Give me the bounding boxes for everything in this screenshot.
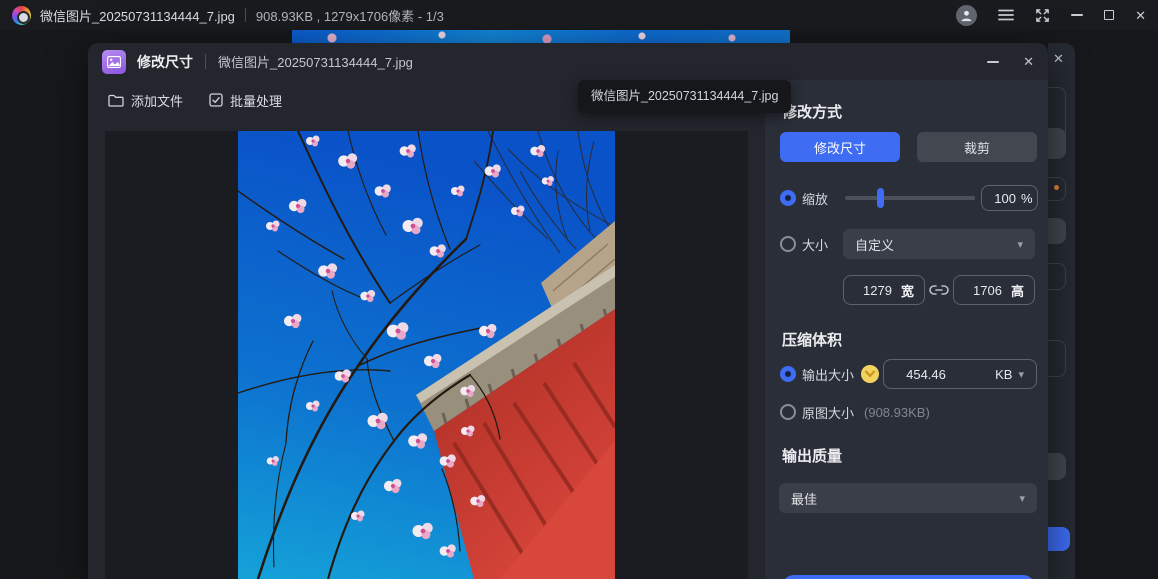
chevron-down-icon[interactable]: ▾ — [1018, 368, 1024, 381]
titlebar-filename: 微信图片_20250731134444_7.jpg — [40, 6, 235, 25]
scale-radio[interactable] — [780, 190, 796, 206]
size-label: 大小 — [802, 235, 828, 254]
checkbox-icon — [209, 93, 223, 107]
original-size-note: (908.93KB) — [864, 405, 930, 420]
output-size-field[interactable]: KB ▾ — [883, 359, 1037, 389]
output-size-unit: KB — [995, 367, 1012, 382]
dialog-minimize-button[interactable] — [987, 61, 999, 63]
maximize-icon — [1104, 10, 1114, 20]
original-size-label: 原图大小 — [802, 403, 854, 422]
dialog-toolbar: 添加文件 批量处理 — [108, 88, 282, 112]
filename-tooltip: 微信图片_20250731134444_7.jpg — [578, 80, 791, 113]
scale-percent-input[interactable] — [990, 191, 1016, 206]
dialog-title: 修改尺寸 — [137, 52, 193, 72]
scale-percent-unit: % — [1021, 191, 1033, 206]
background-panel-fragment — [1048, 527, 1070, 551]
menu-icon[interactable] — [998, 9, 1014, 21]
size-preset-dropdown[interactable]: 自定义 ▾ — [843, 229, 1035, 259]
background-image-strip — [292, 30, 790, 44]
batch-process-button[interactable]: 批量处理 — [209, 91, 282, 110]
background-window: ✕ 修改尺寸 微信图片_20250731134444_7.jpg — [0, 30, 1158, 579]
folder-icon — [108, 94, 124, 107]
quality-dropdown[interactable]: 最佳 ▾ — [779, 483, 1037, 513]
add-files-button[interactable]: 添加文件 — [108, 91, 183, 110]
compress-section-label: 压缩体积 — [782, 329, 842, 350]
user-avatar[interactable] — [956, 5, 977, 26]
vip-crown-icon — [861, 365, 879, 383]
close-icon: ✕ — [1023, 55, 1034, 68]
crop-mode-button[interactable]: 裁剪 — [917, 132, 1037, 162]
settings-panel: 修改方式 修改尺寸 裁剪 缩放 % — [765, 80, 1048, 579]
chevron-down-icon: ▾ — [1017, 238, 1023, 251]
height-input[interactable] — [964, 283, 1011, 298]
scale-slider[interactable] — [845, 196, 975, 200]
height-suffix: 高 — [1011, 281, 1024, 300]
close-button[interactable]: ✕ — [1135, 9, 1146, 22]
output-size-input[interactable] — [896, 367, 956, 382]
background-panel-fragment — [1048, 263, 1066, 290]
link-dimensions-icon[interactable] — [929, 283, 949, 297]
close-icon: ✕ — [1135, 9, 1146, 22]
fullscreen-icon[interactable] — [1035, 8, 1050, 23]
background-panel-edge: ✕ — [1048, 43, 1075, 579]
dialog-header: 修改尺寸 微信图片_20250731134444_7.jpg ✕ — [88, 43, 1048, 80]
minimize-icon — [987, 61, 999, 63]
output-size-radio[interactable] — [780, 366, 796, 382]
add-files-label: 添加文件 — [131, 91, 183, 110]
size-radio[interactable] — [780, 236, 796, 252]
bottom-action-button[interactable] — [782, 575, 1035, 579]
image-preview-area — [105, 131, 748, 579]
preview-image — [238, 131, 615, 579]
background-dot — [1054, 185, 1059, 190]
batch-process-label: 批量处理 — [230, 91, 282, 110]
width-input[interactable] — [854, 283, 901, 298]
scale-percent-field[interactable]: % — [981, 185, 1038, 211]
resize-dialog: 修改尺寸 微信图片_20250731134444_7.jpg ✕ 添加文件 批量… — [88, 43, 1048, 579]
person-icon — [960, 9, 973, 22]
resize-dialog-icon — [102, 50, 126, 74]
dialog-filename: 微信图片_20250731134444_7.jpg — [218, 52, 413, 71]
app-logo-icon — [12, 6, 31, 25]
titlebar-divider — [245, 8, 246, 22]
maximize-button[interactable] — [1104, 10, 1114, 20]
quality-section-label: 输出质量 — [782, 445, 842, 466]
quality-value: 最佳 — [791, 489, 817, 508]
minimize-button[interactable] — [1071, 14, 1083, 16]
size-preset-value: 自定义 — [855, 235, 894, 254]
titlebar-file-info: 908.93KB , 1279x1706像素 - 1/3 — [256, 6, 444, 25]
background-panel-fragment — [1048, 340, 1066, 377]
original-size-radio[interactable] — [780, 404, 796, 420]
screen: 微信图片_20250731134444_7.jpg 908.93KB , 127… — [0, 0, 1158, 579]
width-suffix: 宽 — [901, 281, 914, 300]
background-panel-fragment — [1048, 128, 1066, 158]
width-field[interactable]: 宽 — [843, 275, 925, 305]
scale-label: 缩放 — [802, 189, 828, 208]
dialog-title-divider — [205, 54, 206, 69]
output-size-label: 输出大小 — [802, 365, 854, 384]
scale-slider-thumb[interactable] — [877, 188, 884, 208]
dialog-close-button[interactable]: ✕ — [1023, 55, 1034, 68]
minimize-icon — [1071, 14, 1083, 16]
background-panel-fragment — [1048, 218, 1066, 244]
height-field[interactable]: 高 — [953, 275, 1035, 305]
chevron-down-icon: ▾ — [1019, 492, 1025, 505]
resize-mode-button[interactable]: 修改尺寸 — [780, 132, 900, 162]
background-close-icon[interactable]: ✕ — [1053, 51, 1064, 67]
background-panel-fragment — [1048, 453, 1066, 480]
app-titlebar: 微信图片_20250731134444_7.jpg 908.93KB , 127… — [0, 0, 1158, 30]
